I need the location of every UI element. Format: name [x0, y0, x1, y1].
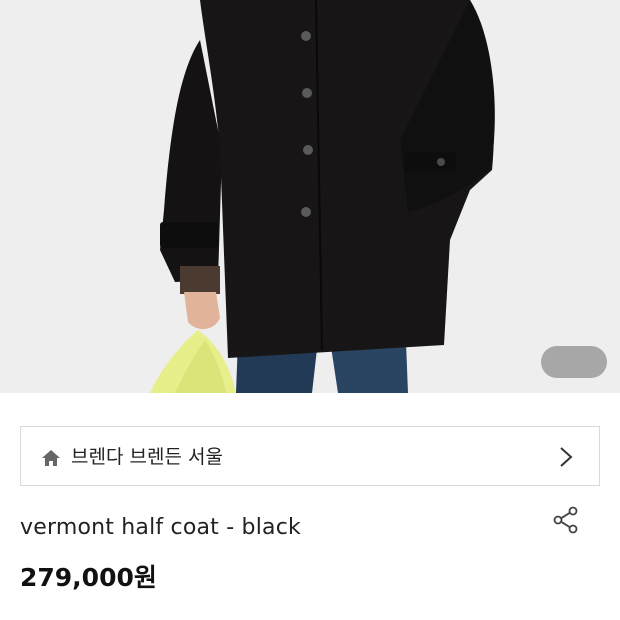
chevron-right-icon — [560, 447, 573, 467]
home-icon — [42, 450, 60, 466]
product-title: vermont half coat - black — [20, 515, 301, 540]
product-image[interactable] — [0, 0, 620, 393]
image-indicator — [541, 346, 607, 378]
shop-link[interactable]: 브렌다 브렌든 서울 — [20, 426, 600, 486]
product-price: 279,000원 — [20, 563, 157, 592]
share-icon[interactable] — [552, 506, 580, 534]
shop-name: 브렌다 브렌든 서울 — [71, 446, 223, 468]
product-photo — [0, 0, 620, 393]
